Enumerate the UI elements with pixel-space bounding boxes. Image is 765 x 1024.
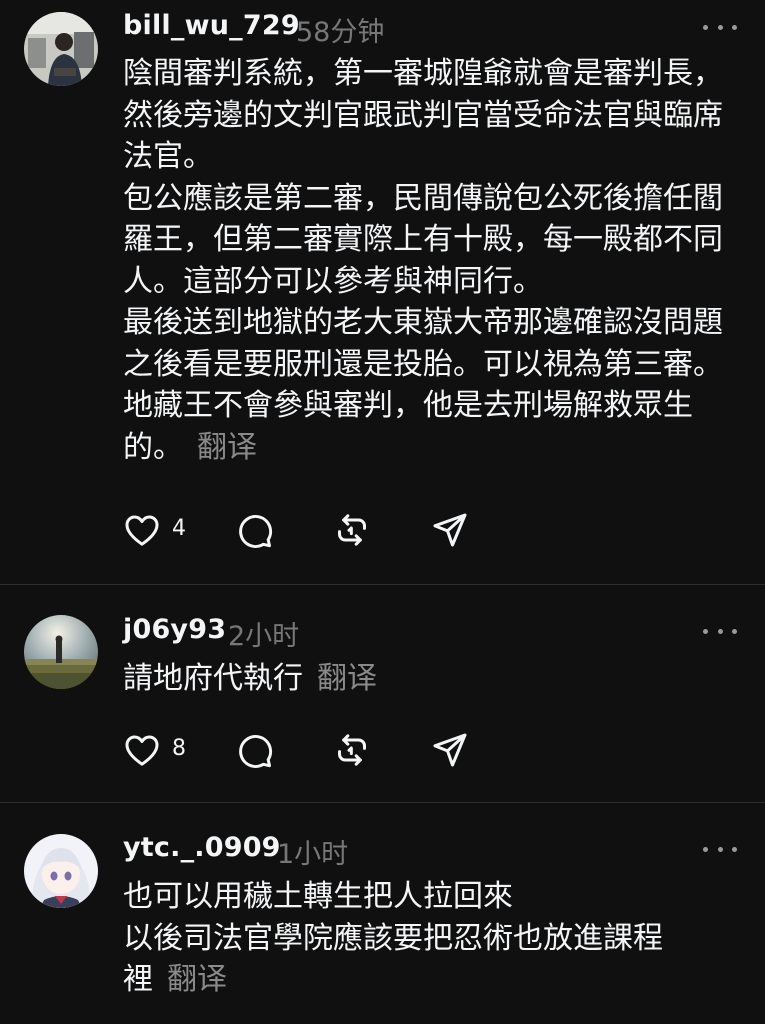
timestamp: 2小时 bbox=[228, 621, 300, 652]
username[interactable]: bill_wu_729 bbox=[123, 10, 300, 41]
repost-button[interactable] bbox=[332, 510, 372, 550]
like-button[interactable]: 4 bbox=[122, 510, 212, 550]
share-button[interactable] bbox=[430, 730, 470, 770]
like-count: 4 bbox=[172, 516, 186, 541]
repost-button[interactable] bbox=[332, 730, 372, 770]
more-options-icon[interactable] bbox=[703, 20, 737, 34]
username[interactable]: j06y93 bbox=[123, 614, 226, 645]
post-paragraph: 也可以用穢土轉生把人拉回來 bbox=[123, 879, 513, 914]
thread-post: bill_wu_729 58分钟 陰間審判系統，第一審城隍爺就會是審判長，然後旁… bbox=[0, 0, 765, 584]
timestamp: 1小时 bbox=[277, 839, 349, 870]
post-paragraph: 最後送到地獄的老大東嶽大帝那邊確認沒問題之後看是要服刑還是投胎。可以視為第三審。 bbox=[123, 305, 723, 382]
translate-link[interactable]: 翻译 bbox=[167, 962, 227, 997]
post-paragraph: 以後司法官學院應該要把忍術也放進課程裡 翻译 bbox=[123, 918, 683, 1001]
comment-icon bbox=[239, 735, 273, 768]
share-button[interactable] bbox=[430, 510, 470, 550]
thread-post: ytc._.0909 1小时 也可以用穢土轉生把人拉回來 以後司法官學院應該要把… bbox=[0, 803, 765, 1024]
avatar[interactable] bbox=[24, 12, 98, 86]
post-paragraph: 請地府代執行 翻译 bbox=[123, 658, 743, 700]
reply-button[interactable] bbox=[234, 510, 274, 550]
avatar[interactable] bbox=[24, 834, 98, 908]
heart-icon bbox=[125, 515, 159, 546]
timestamp: 58分钟 bbox=[296, 17, 385, 48]
post-body: 陰間審判系統，第一審城隍爺就會是審判長，然後旁邊的文判官跟武判官當受命法官與臨席… bbox=[123, 53, 743, 468]
repost-icon bbox=[338, 514, 366, 546]
like-count: 8 bbox=[172, 736, 186, 761]
send-icon bbox=[433, 733, 467, 767]
send-icon bbox=[433, 513, 467, 547]
repost-icon bbox=[338, 734, 366, 766]
more-options-icon[interactable] bbox=[703, 842, 737, 856]
post-body: 也可以用穢土轉生把人拉回來 以後司法官學院應該要把忍術也放進課程裡 翻译 bbox=[123, 876, 683, 1001]
post-paragraph: 地藏王不會參與審判，他是去刑場解救眾生的。 翻译 bbox=[123, 385, 743, 468]
post-paragraph: 陰間審判系統，第一審城隍爺就會是審判長，然後旁邊的文判官跟武判官當受命法官與臨席… bbox=[123, 56, 723, 174]
translate-link[interactable]: 翻译 bbox=[197, 430, 257, 465]
more-options-icon[interactable] bbox=[703, 624, 737, 638]
post-paragraph: 包公應該是第二審，民間傳說包公死後擔任閻羅王，但第二審實際上有十殿，每一殿都不同… bbox=[123, 180, 723, 299]
avatar[interactable] bbox=[24, 615, 98, 689]
comment-icon bbox=[239, 515, 273, 548]
reply-button[interactable] bbox=[234, 730, 274, 770]
post-body: 請地府代執行 翻译 bbox=[123, 658, 743, 700]
heart-icon bbox=[125, 735, 159, 766]
post-paragraph-text: 請地府代執行 bbox=[123, 661, 303, 696]
thread-post: j06y93 2小时 請地府代執行 翻译 8 bbox=[0, 585, 765, 802]
username[interactable]: ytc._.0909 bbox=[123, 832, 281, 863]
translate-link[interactable]: 翻译 bbox=[317, 661, 377, 696]
like-button[interactable]: 8 bbox=[122, 730, 212, 770]
